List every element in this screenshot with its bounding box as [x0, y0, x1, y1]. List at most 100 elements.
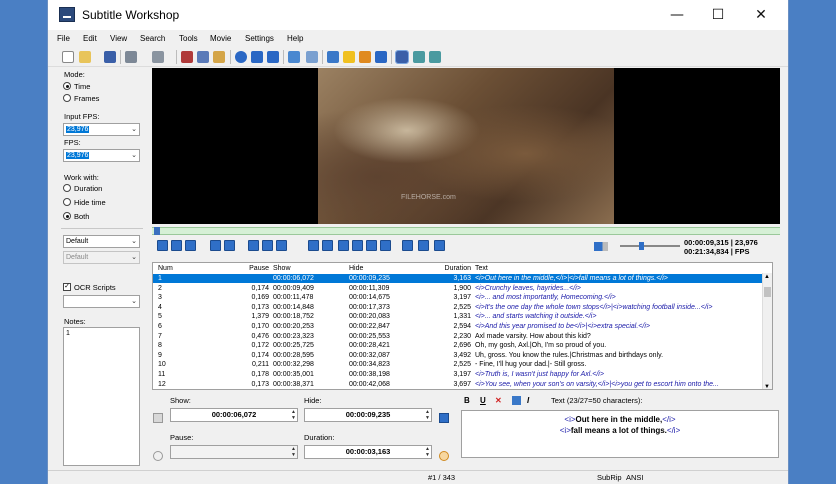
work-both-radio[interactable] — [63, 212, 71, 220]
table-row[interactable]: 1 00:00:06,072 00:00:09,235 3,163 <i>Out her… — [153, 274, 762, 284]
translate-icon[interactable] — [267, 51, 279, 63]
save-icon[interactable] — [104, 51, 116, 63]
table-row[interactable]: 10 0,211 00:00:32,298 00:00:34,823 2,525 - Fi… — [153, 360, 762, 369]
set-show-icon[interactable] — [308, 240, 319, 251]
show-time-field[interactable]: 00:00:06,072 ▲ ▼ — [170, 408, 298, 422]
find-icon[interactable] — [306, 51, 318, 63]
minimize-button[interactable]: — — [664, 4, 690, 26]
volume-thumb[interactable] — [639, 242, 644, 250]
save-as-icon[interactable] — [125, 51, 137, 63]
scroll-thumb[interactable] — [764, 287, 771, 297]
bold-button[interactable]: B — [464, 396, 470, 405]
info-icon[interactable] — [359, 51, 371, 63]
seek-bar[interactable] — [152, 227, 780, 235]
print-icon[interactable] — [152, 51, 164, 63]
set-hide-time-icon[interactable] — [439, 413, 449, 423]
display-mode-icon[interactable] — [395, 50, 409, 64]
close-button[interactable]: ✕ — [748, 4, 774, 26]
delete-icon[interactable] — [429, 51, 441, 63]
duration-field[interactable]: 00:00:03,163 ▲ ▼ — [304, 445, 432, 459]
subtitle-grid[interactable]: Num Pause Show Hide Duration Text 1 00:00… — [152, 262, 773, 390]
scroll-down-icon[interactable]: ▼ — [764, 384, 770, 389]
fast-forward-icon[interactable] — [262, 240, 273, 251]
spin-icon[interactable]: ▲ ▼ — [425, 446, 430, 458]
grid-scrollbar[interactable]: ▲ ▼ — [762, 273, 772, 389]
duration-clock-icon[interactable] — [439, 451, 449, 461]
text-tool-icon[interactable] — [251, 51, 263, 63]
color-icon[interactable] — [512, 396, 521, 405]
end-subtitle-icon[interactable] — [352, 240, 363, 251]
spin-icon[interactable]: ▲ ▼ — [425, 409, 430, 421]
trash-icon[interactable] — [413, 51, 425, 63]
pause-icon[interactable] — [171, 240, 182, 251]
display-original-icon[interactable] — [402, 240, 413, 251]
style-select-1[interactable]: Default ⌄ — [63, 235, 140, 248]
start-subtitle-icon[interactable] — [338, 240, 349, 251]
set-hide-icon[interactable] — [322, 240, 333, 251]
italic-button[interactable]: I — [527, 396, 529, 405]
maximize-button[interactable]: ☐ — [705, 4, 731, 26]
forward-icon[interactable] — [224, 240, 235, 251]
seek-thumb[interactable] — [154, 227, 160, 235]
pause-clock-icon[interactable] — [153, 451, 163, 461]
spin-icon[interactable]: ▲ ▼ — [291, 409, 296, 421]
volume-slider[interactable] — [620, 242, 680, 250]
frame-step-icon[interactable] — [276, 240, 287, 251]
table-row[interactable]: 2 0,174 00:00:09,409 00:00:11,309 1,900 <i>Cr… — [153, 284, 762, 293]
set-show-time-icon[interactable] — [153, 413, 163, 423]
spellcheck-icon[interactable] — [327, 51, 339, 63]
table-row[interactable]: 5 1,379 00:00:18,752 00:00:20,083 1,331 <i>..… — [153, 312, 762, 321]
video-icon[interactable] — [288, 51, 300, 63]
table-row[interactable]: 4 0,173 00:00:14,848 00:00:17,373 2,525 <i>It… — [153, 303, 762, 312]
menu-search[interactable]: Search — [140, 34, 165, 43]
table-row[interactable]: 11 0,178 00:00:35,001 00:00:38,198 3,197 <i>T… — [153, 370, 762, 379]
clear-format-icon[interactable]: ✕ — [495, 396, 502, 405]
menu-file[interactable]: File — [57, 34, 70, 43]
menu-tools[interactable]: Tools — [179, 34, 198, 43]
table-row[interactable]: 7 0,476 00:00:23,323 00:00:25,553 2,230 Axl m… — [153, 332, 762, 341]
mode-time-radio[interactable] — [63, 82, 71, 90]
paste-icon[interactable] — [213, 51, 225, 63]
table-row[interactable]: 3 0,169 00:00:11,478 00:00:14,675 3,197 <i>..… — [153, 293, 762, 302]
copy-icon[interactable] — [197, 51, 209, 63]
play-icon[interactable] — [157, 240, 168, 251]
input-fps-select[interactable]: 23,976 ⌄ — [63, 123, 140, 136]
underline-button[interactable]: U — [480, 396, 486, 405]
menu-view[interactable]: View — [110, 34, 127, 43]
col-pause[interactable]: Pause — [203, 264, 269, 273]
table-row[interactable]: 8 0,172 00:00:25,725 00:00:28,421 2,696 Oh, m… — [153, 341, 762, 350]
menu-edit[interactable]: Edit — [83, 34, 97, 43]
col-duration[interactable]: Duration — [425, 264, 471, 273]
hide-time-field[interactable]: 00:00:09,235 ▲ ▼ — [304, 408, 432, 422]
pause-field[interactable]: ▲ ▼ — [170, 445, 298, 459]
ocr-scripts-checkbox[interactable]: ✓ — [63, 283, 71, 291]
col-hide[interactable]: Hide — [349, 264, 423, 273]
new-file-icon[interactable] — [62, 51, 74, 63]
col-show[interactable]: Show — [273, 264, 347, 273]
stop-icon[interactable] — [185, 240, 196, 251]
mode-frames-radio[interactable] — [63, 94, 71, 102]
subtitle-toggle-icon[interactable] — [434, 240, 445, 251]
menu-help[interactable]: Help — [287, 34, 303, 43]
display-translation-icon[interactable] — [418, 240, 429, 251]
open-folder-icon[interactable] — [79, 51, 91, 63]
subtitle-text-input[interactable]: <i>Out here in the middle,</i> <i>fall m… — [461, 410, 779, 458]
cut-icon[interactable] — [181, 51, 193, 63]
work-duration-radio[interactable] — [63, 184, 71, 192]
notes-textarea[interactable]: 1 — [63, 327, 140, 466]
rewind-icon[interactable] — [248, 240, 259, 251]
col-text[interactable]: Text — [475, 264, 761, 273]
work-hide-time-radio[interactable] — [63, 198, 71, 206]
menu-movie[interactable]: Movie — [210, 34, 231, 43]
loop-icon[interactable] — [380, 240, 391, 251]
scroll-up-icon[interactable]: ▲ — [764, 274, 770, 280]
col-num[interactable]: Num — [158, 264, 198, 273]
clock-icon[interactable] — [235, 51, 247, 63]
mark-icon[interactable] — [366, 240, 377, 251]
video-player[interactable]: FILEHORSE.com — [152, 68, 780, 224]
spin-icon[interactable]: ▲ ▼ — [291, 446, 296, 458]
table-row[interactable]: 9 0,174 00:00:28,595 00:00:32,087 3,492 Uh, g… — [153, 351, 762, 360]
back-icon[interactable] — [210, 240, 221, 251]
ocr-script-select[interactable]: ⌄ — [63, 295, 140, 308]
table-row[interactable]: 12 0,173 00:00:38,371 00:00:42,068 3,697 <i>Y… — [153, 380, 762, 389]
